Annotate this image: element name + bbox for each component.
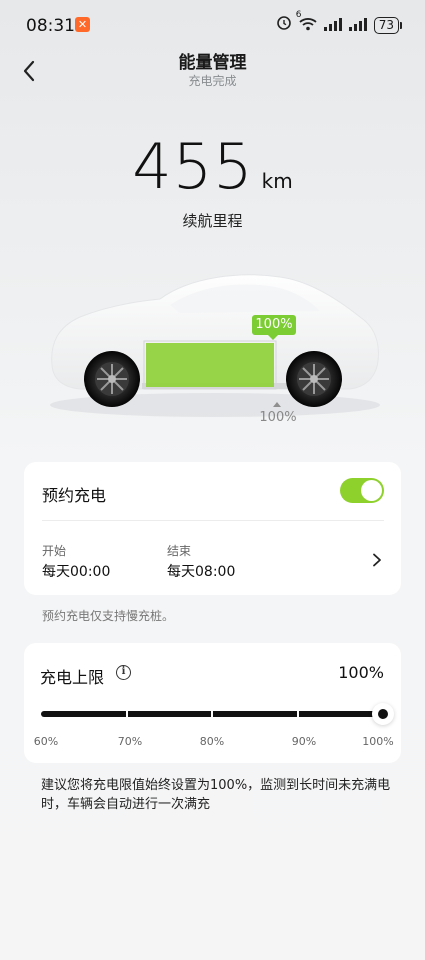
end-value[interactable]: 每天08:00 [167,561,235,581]
charge-limit-card: 充电上限 i 100% 60% 70% 80% 90% 100% [24,643,401,763]
range-unit: km [261,169,293,193]
range-label: 续航里程 [182,212,243,230]
chevron-right-icon[interactable] [371,553,383,567]
end-label: 结束 [167,544,192,558]
start-label: 开始 [42,544,67,558]
battery-indicator: 73 [373,16,403,34]
charge-limit-title: 充电上限 [40,668,105,687]
slider-tick [297,711,299,717]
app-notification-icon: ✕ [75,17,90,32]
slider-tick [211,711,213,717]
schedule-toggle[interactable] [340,478,384,503]
page-title: 能量管理 [178,53,247,73]
alarm-icon [276,15,292,35]
range-value: 455 [132,130,254,203]
schedule-note: 预约充电仅支持慢充桩。 [42,609,175,623]
signal-1-icon [323,16,342,35]
limit-marker-label: 100% [259,410,297,425]
status-icons: 6 73 [276,10,403,35]
slider-handle[interactable] [372,703,394,725]
car-illustration [50,274,380,417]
rear-wheel [286,351,342,407]
toggle-knob [361,480,382,501]
tick-label-90: 90% [291,735,317,748]
battery-fill [146,343,274,387]
divider [42,520,384,521]
front-wheel [84,351,140,407]
tick-label-100: 100% [362,735,394,748]
charge-limit-slider[interactable] [41,711,385,717]
range-display: 455 km [0,132,425,202]
page-subtitle: 充电完成 [188,74,237,88]
schedule-card: 预约充电 开始 每天00:00 结束 每天08:00 [24,462,401,595]
tick-label-60: 60% [33,735,59,748]
tick-label-80: 80% [199,735,225,748]
battery-percent-badge: 100% [252,315,296,340]
tick-label-70: 70% [117,735,143,748]
start-value[interactable]: 每天00:00 [42,561,110,581]
schedule-title: 预约充电 [42,486,107,505]
wifi-icon: 6 [296,10,317,35]
limit-caret-icon [273,402,281,407]
status-time: 08:31 [26,16,75,36]
signal-2-icon [348,16,367,35]
charge-limit-advice: 建议您将充电限值始终设置为100%，监测到长时间未充满电时，车辆会自动进行一次满… [41,778,391,812]
wifi-label: 6 [295,9,302,20]
charge-limit-value: 100% [338,663,384,682]
info-icon[interactable]: i [116,665,131,680]
slider-tick [126,711,128,717]
